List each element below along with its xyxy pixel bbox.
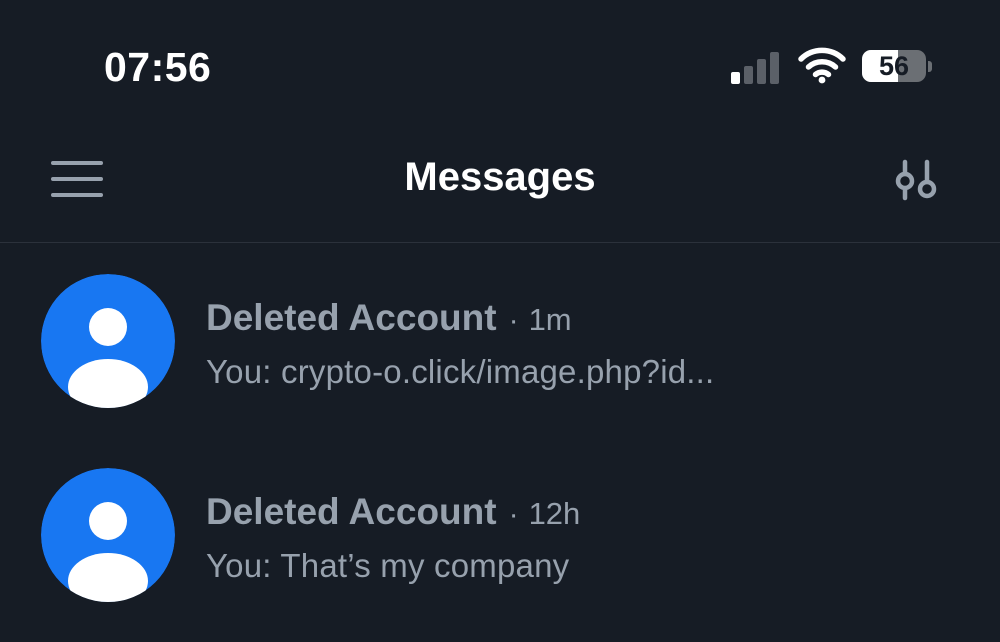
conversation-name: Deleted Account: [206, 491, 497, 532]
conversation-separator: ·: [508, 304, 519, 337]
header: Messages: [0, 120, 1000, 243]
filter-sliders-icon: [895, 159, 937, 201]
status-time: 07:56: [104, 44, 212, 90]
conversation-separator: ·: [508, 498, 519, 531]
conversation-time: 1m: [528, 302, 572, 337]
cellular-signal-icon: [731, 52, 779, 84]
conversation-name: Deleted Account: [206, 297, 497, 338]
conversation-preview: You: crypto-o.click/image.php?id...: [206, 353, 715, 390]
default-user-avatar-icon: [41, 468, 175, 602]
wifi-icon: [798, 47, 846, 84]
conversation-header: Deleted Account · 1m: [206, 294, 572, 350]
battery-body: 56: [862, 50, 926, 82]
conversation-item[interactable]: Deleted Account · 12h You: That’s my compa…: [0, 438, 1000, 618]
menu-button[interactable]: [46, 154, 108, 204]
conversation-header: Deleted Account · 12h: [206, 488, 580, 544]
battery-cap: [928, 61, 932, 72]
hamburger-menu-icon: [51, 161, 103, 197]
battery-icon: 56: [862, 50, 934, 84]
conversation-preview: You: That’s my company: [206, 547, 570, 584]
page-title: Messages: [404, 155, 596, 199]
conversation-item[interactable]: Deleted Account · 1m You: crypto-o.click/i…: [0, 244, 1000, 424]
conversation-time: 12h: [528, 496, 581, 531]
messages-screen: 07:56 56 Messages Deleted Account · 1m Y…: [0, 0, 1000, 642]
battery-level: 56: [878, 51, 910, 81]
default-user-avatar-icon: [41, 274, 175, 408]
status-bar: 07:56 56: [0, 0, 1000, 120]
filter-button[interactable]: [890, 154, 942, 206]
